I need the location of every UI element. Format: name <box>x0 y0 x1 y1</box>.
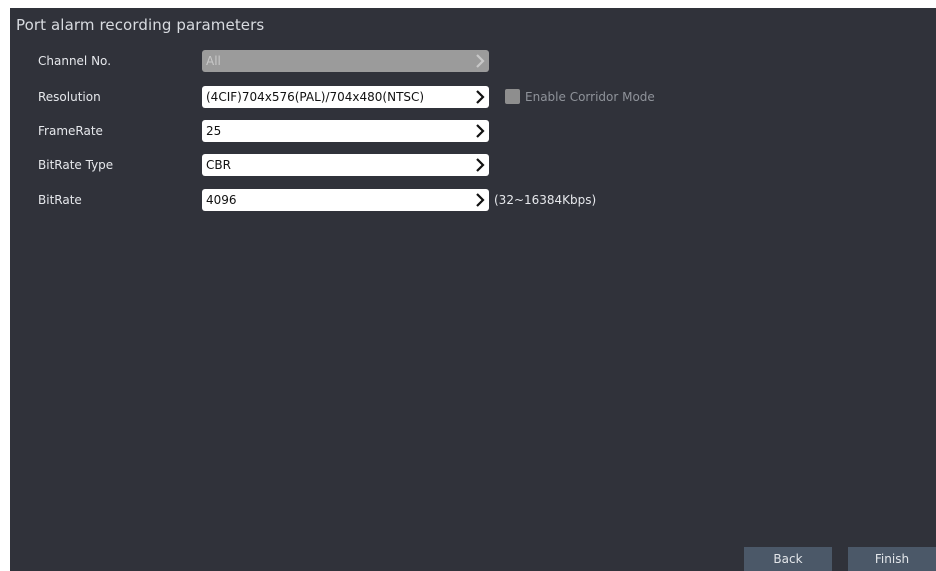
framerate-row: FrameRate 25 <box>10 120 936 144</box>
resolution-select[interactable]: (4CIF)704x576(PAL)/704x480(NTSC) <box>202 86 489 108</box>
bitrate-value: 4096 <box>206 193 237 207</box>
chevron-right-icon <box>475 157 485 173</box>
channel-value: All <box>206 54 221 68</box>
bitrate-type-select[interactable]: CBR <box>202 154 489 176</box>
corridor-mode-label: Enable Corridor Mode <box>525 90 655 104</box>
bitrate-row: BitRate 4096 (32~16384Kbps) <box>10 189 936 213</box>
bitrate-label: BitRate <box>38 193 82 207</box>
chevron-right-icon <box>475 123 485 139</box>
corridor-mode-checkbox[interactable] <box>505 89 520 104</box>
chevron-right-icon <box>475 89 485 105</box>
chevron-right-icon <box>475 53 485 69</box>
resolution-row: Resolution (4CIF)704x576(PAL)/704x480(NT… <box>10 86 936 110</box>
recording-parameters-panel: Port alarm recording parameters Channel … <box>10 8 936 571</box>
bitrate-type-label: BitRate Type <box>38 158 114 172</box>
channel-row: Channel No. All <box>10 50 936 74</box>
channel-select[interactable]: All <box>202 50 489 72</box>
channel-label: Channel No. <box>38 54 112 68</box>
resolution-value: (4CIF)704x576(PAL)/704x480(NTSC) <box>206 90 425 104</box>
chevron-right-icon <box>475 192 485 208</box>
framerate-value: 25 <box>206 124 222 138</box>
bitrate-range-hint: (32~16384Kbps) <box>494 193 597 207</box>
finish-button[interactable]: Finish <box>848 547 936 571</box>
resolution-label: Resolution <box>38 90 101 104</box>
bitrate-type-value: CBR <box>206 158 231 172</box>
page-title: Port alarm recording parameters <box>16 16 265 34</box>
back-button[interactable]: Back <box>744 547 832 571</box>
bitrate-select[interactable]: 4096 <box>202 189 489 211</box>
bitrate-type-row: BitRate Type CBR <box>10 154 936 178</box>
framerate-select[interactable]: 25 <box>202 120 489 142</box>
framerate-label: FrameRate <box>38 124 103 138</box>
